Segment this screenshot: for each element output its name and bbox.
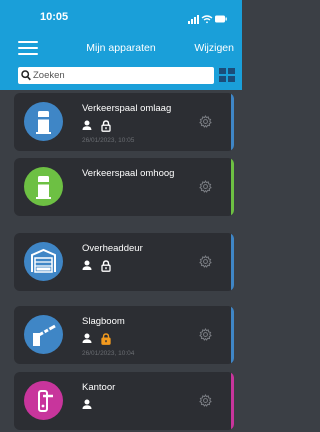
bollard-down-icon bbox=[24, 102, 63, 141]
user-icon bbox=[82, 260, 92, 270]
device-card[interactable]: Overheaddeur bbox=[14, 233, 234, 291]
device-name: Verkeerspaal omhoog bbox=[82, 168, 175, 179]
wifi-icon bbox=[201, 15, 213, 24]
status-time: 10:05 bbox=[40, 11, 69, 23]
user-icon bbox=[82, 333, 92, 343]
device-status-icons bbox=[82, 399, 92, 411]
device-name: Overheaddeur bbox=[82, 243, 143, 254]
lock-icon bbox=[101, 333, 111, 345]
barrier-gate-icon bbox=[24, 315, 63, 354]
status-bar: 10:05 bbox=[0, 0, 242, 36]
device-name: Kantoor bbox=[82, 382, 116, 393]
search-icon bbox=[21, 70, 31, 81]
nav-bar: Mijn apparaten Wijzigen bbox=[0, 36, 242, 62]
device-name: Slagboom bbox=[82, 316, 125, 327]
search-field[interactable] bbox=[18, 67, 214, 84]
lock-icon bbox=[101, 120, 111, 132]
door-handle-icon bbox=[24, 381, 63, 420]
grid-view-icon[interactable] bbox=[218, 67, 236, 84]
search-input[interactable] bbox=[33, 67, 208, 84]
user-icon bbox=[82, 120, 92, 130]
app-header: 10:05 Mijn apparaten Wijzigen Zoeken bbox=[0, 0, 242, 90]
bollard-up-icon bbox=[24, 167, 63, 206]
device-color-bar bbox=[231, 158, 234, 216]
device-card[interactable]: Kantoor bbox=[14, 372, 234, 430]
edit-button[interactable]: Wijzigen bbox=[194, 42, 234, 54]
gear-icon[interactable] bbox=[199, 328, 212, 346]
device-timestamp: 26/01/2023, 10:05 bbox=[82, 137, 135, 144]
device-timestamp: 26/01/2023, 10:04 bbox=[82, 350, 135, 357]
gear-icon[interactable] bbox=[199, 394, 212, 412]
device-name: Verkeerspaal omlaag bbox=[82, 103, 172, 114]
device-color-bar bbox=[231, 93, 234, 151]
device-status-icons bbox=[82, 333, 111, 345]
device-card[interactable]: Verkeerspaal omhoog bbox=[14, 158, 234, 216]
gear-icon[interactable] bbox=[199, 255, 212, 273]
device-card[interactable]: Slagboom 26/01/2023, 10:04 bbox=[14, 306, 234, 364]
garage-door-icon bbox=[24, 242, 63, 281]
device-color-bar bbox=[231, 233, 234, 291]
gear-icon[interactable] bbox=[199, 180, 212, 198]
signal-icon bbox=[188, 15, 199, 24]
status-icons bbox=[188, 11, 228, 29]
device-status-icons bbox=[82, 260, 111, 272]
battery-icon bbox=[215, 15, 227, 23]
device-color-bar bbox=[231, 306, 234, 364]
lock-icon bbox=[101, 260, 111, 272]
gear-icon[interactable] bbox=[199, 115, 212, 133]
device-list: Verkeerspaal omlaag 26/01/2023, 10:05 Verk… bbox=[0, 90, 242, 432]
device-status-icons bbox=[82, 120, 111, 132]
device-color-bar bbox=[231, 372, 234, 430]
user-icon bbox=[82, 399, 92, 409]
device-card[interactable]: Verkeerspaal omlaag 26/01/2023, 10:05 bbox=[14, 93, 234, 151]
